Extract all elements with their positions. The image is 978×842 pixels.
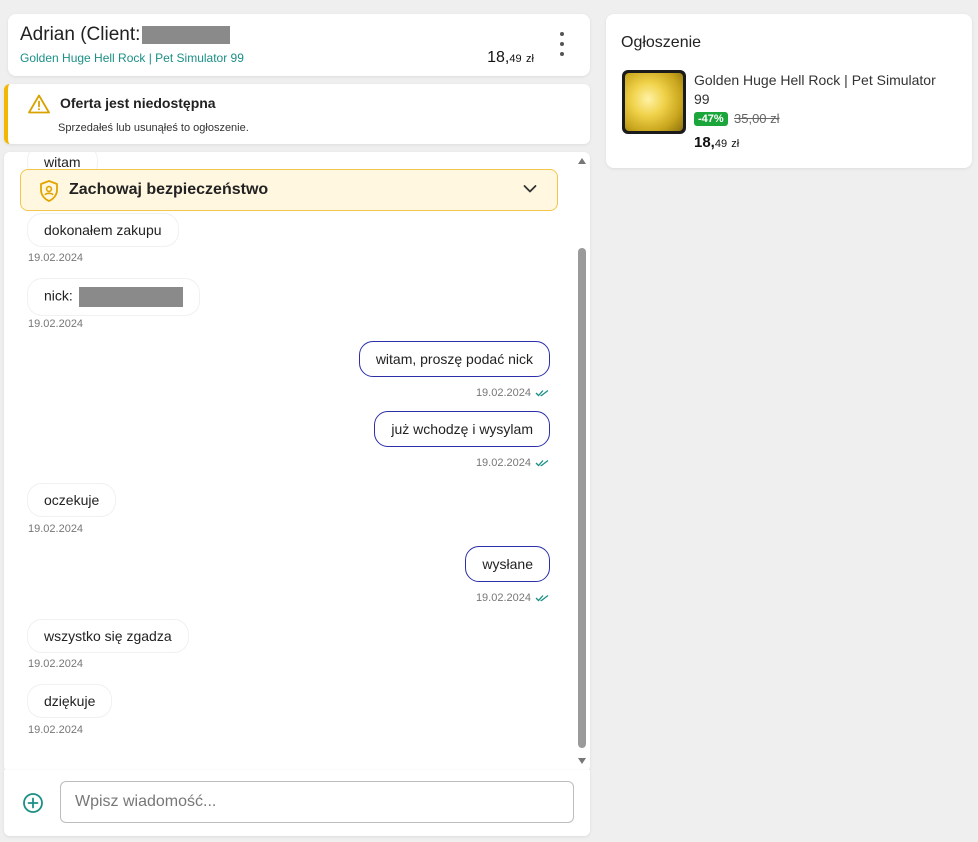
listing-thumbnail[interactable]	[622, 70, 686, 134]
redacted-nick	[78, 287, 183, 307]
chevron-down-icon	[523, 185, 537, 193]
price-currency: zł	[731, 138, 740, 150]
message-timestamp: 19.02.2024	[476, 592, 550, 604]
message-timestamp: 19.02.2024	[28, 523, 84, 535]
message-incoming: dokonałem zakupu	[28, 214, 178, 246]
listing-panel: Ogłoszenie Golden Huge Hell Rock | Pet S…	[606, 14, 972, 168]
message-incoming: dziękuje	[28, 685, 112, 717]
message-timestamp: 19.02.2024	[28, 724, 84, 736]
listing-price: 18,49 zł	[694, 134, 739, 151]
price-main: 18,	[694, 134, 715, 151]
message-text: wysłane	[482, 556, 533, 572]
client-name-text: Adrian (Client:	[20, 24, 141, 45]
price-cents: 49	[509, 53, 522, 65]
message-text: już wchodzę i wysylam	[391, 421, 533, 437]
timestamp-text: 19.02.2024	[475, 457, 531, 469]
scroll-up-arrow-icon[interactable]	[578, 158, 586, 164]
listing-title[interactable]: Golden Huge Hell Rock | Pet Simulator 99	[694, 71, 954, 109]
message-outgoing: witam, proszę podać nick	[358, 341, 550, 377]
message-timestamp: 19.02.2024	[28, 318, 84, 330]
price-main: 18,	[487, 49, 510, 66]
message-composer	[4, 770, 590, 836]
timestamp-text: 19.02.2024	[475, 592, 531, 604]
message-text: witam, proszę podać nick	[375, 351, 533, 367]
client-name: Adrian (Client:	[20, 24, 231, 46]
price-currency: zł	[526, 53, 534, 65]
add-attachment-icon[interactable]	[22, 792, 44, 814]
timestamp-text: 19.02.2024	[475, 387, 531, 399]
warning-icon	[28, 94, 50, 114]
message-text: nick:	[44, 287, 73, 304]
safety-label: Zachowaj bezpieczeństwo	[69, 181, 269, 198]
alert-description: Sprzedałeś lub usunąłeś to ogłoszenie.	[58, 122, 249, 134]
listing-heading: Ogłoszenie	[621, 34, 702, 51]
message-text: dziękuje	[44, 693, 96, 709]
scroll-down-arrow-icon[interactable]	[578, 758, 586, 764]
message-timestamp: 19.02.2024	[28, 252, 84, 264]
double-check-icon	[535, 594, 549, 602]
alert-title: Oferta jest niedostępna	[60, 95, 216, 111]
price-cents: 49	[714, 138, 728, 150]
message-timestamp: 19.02.2024	[476, 457, 550, 469]
safety-banner[interactable]: Zachowaj bezpieczeństwo	[20, 169, 558, 211]
offer-unavailable-alert: Oferta jest niedostępna Sprzedałeś lub u…	[4, 84, 590, 144]
scrollbar-thumb[interactable]	[578, 248, 586, 748]
redacted-client-id	[142, 26, 231, 44]
double-check-icon	[535, 459, 549, 467]
message-text: witam	[44, 154, 81, 170]
chat-product-link[interactable]: Golden Huge Hell Rock | Pet Simulator 99	[20, 51, 244, 65]
double-check-icon	[535, 389, 549, 397]
message-text: oczekuje	[44, 492, 100, 508]
message-incoming: oczekuje	[28, 484, 116, 516]
message-incoming: nick:	[28, 279, 199, 315]
message-text: wszystko się zgadza	[44, 628, 172, 644]
message-outgoing: już wchodzę i wysylam	[374, 411, 550, 447]
more-options-icon[interactable]	[554, 32, 570, 56]
message-input[interactable]	[60, 781, 574, 823]
message-list[interactable]: witam Zachowaj bezpieczeństwo dokonałem …	[4, 152, 590, 772]
chat-header: Adrian (Client: Golden Huge Hell Rock | …	[8, 14, 590, 76]
message-timestamp: 19.02.2024	[476, 387, 550, 399]
discount-badge: -47%	[694, 112, 728, 126]
chat-price: 18,49 zł	[487, 49, 534, 67]
message-timestamp: 19.02.2024	[28, 658, 84, 670]
shield-user-icon	[40, 180, 58, 202]
message-incoming: wszystko się zgadza	[28, 620, 188, 652]
message-outgoing: wysłane	[465, 546, 550, 582]
old-price: 35,00 zł	[734, 111, 780, 126]
message-text: dokonałem zakupu	[44, 222, 162, 238]
